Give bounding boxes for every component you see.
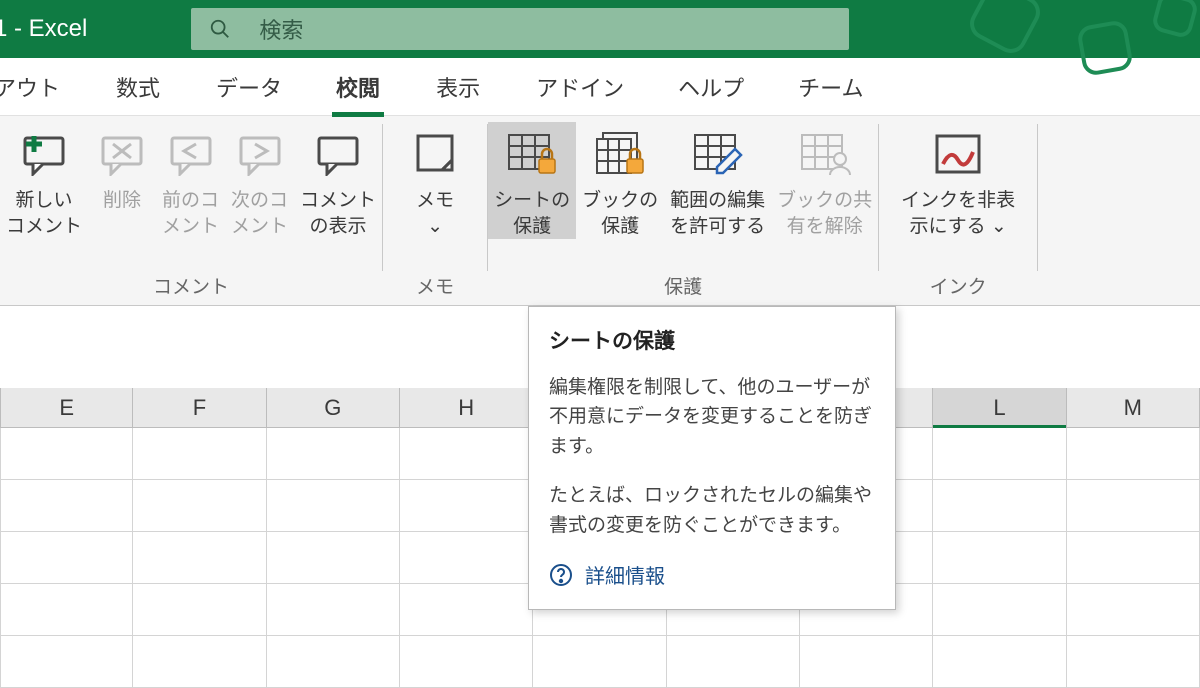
allow-edit-ranges-icon xyxy=(690,126,746,182)
tab-view[interactable]: 表示 xyxy=(432,71,484,103)
column-header[interactable]: F xyxy=(133,388,266,427)
tab-addins[interactable]: アドイン xyxy=(532,71,628,103)
ribbon-tabs: アウト 数式 データ 校閲 表示 アドイン ヘルプ チーム xyxy=(0,58,1200,116)
tab-formulas[interactable]: 数式 xyxy=(112,71,164,103)
column-header[interactable]: H xyxy=(400,388,533,427)
new-comment-icon xyxy=(16,126,72,182)
column-header[interactable]: M xyxy=(1067,388,1200,427)
tab-data[interactable]: データ xyxy=(212,71,286,103)
button-label: シートの 保護 xyxy=(494,188,570,239)
app-title: x1 - Excel xyxy=(0,15,87,43)
notes-menu-button[interactable]: メモ ⌄ xyxy=(401,122,469,239)
search-box[interactable]: 検索 xyxy=(191,8,849,50)
prev-comment-button: 前のコ メント xyxy=(156,122,225,239)
tooltip-title: シートの保護 xyxy=(549,325,875,355)
allow-edit-ranges-button[interactable]: 範囲の編集 を許可する xyxy=(664,122,771,239)
unshare-workbook-button: ブックの共 有を解除 xyxy=(771,122,878,239)
button-label: インクを非表 示にする ⌄ xyxy=(901,188,1015,239)
tab-team[interactable]: チーム xyxy=(794,71,867,103)
hide-ink-button[interactable]: インクを非表 示にする ⌄ xyxy=(895,122,1021,239)
next-comment-icon xyxy=(232,126,288,182)
group-label-protect: 保護 xyxy=(488,272,878,305)
tooltip-body: たとえば、ロックされたセルの編集や書式の変更を防ぐことができます。 xyxy=(549,481,875,540)
tooltip-body: 編集権限を制限して、他のユーザーが不用意にデータを変更することを防ぎます。 xyxy=(549,373,875,461)
button-label: ブックの共 有を解除 xyxy=(777,188,872,239)
button-label: 範囲の編集 を許可する xyxy=(670,188,765,239)
search-placeholder: 検索 xyxy=(259,13,303,45)
protect-workbook-icon xyxy=(592,126,648,182)
show-comments-icon xyxy=(310,126,366,182)
decoration-icon xyxy=(964,0,1045,59)
group-label-ink: インク xyxy=(895,272,1021,305)
tooltip-more-label: 詳細情報 xyxy=(585,560,665,589)
group-label-notes: メモ xyxy=(401,272,469,305)
button-label: 次のコ メント xyxy=(231,188,288,239)
new-comment-button[interactable]: 新しい コメント xyxy=(0,122,88,239)
screen-tip: シートの保護 編集権限を制限して、他のユーザーが不用意にデータを変更することを防… xyxy=(528,306,896,610)
show-comments-button[interactable]: コメント の表示 xyxy=(294,122,382,239)
ribbon: 新しい コメント 削除 前のコ メント 次のコ メント xyxy=(0,116,1200,306)
delete-comment-icon xyxy=(94,126,150,182)
ink-icon xyxy=(930,126,986,182)
ribbon-separator xyxy=(1037,124,1038,271)
button-label: メモ ⌄ xyxy=(416,188,454,239)
button-label: 前のコ メント xyxy=(162,188,219,239)
notes-icon xyxy=(407,126,463,182)
next-comment-button: 次のコ メント xyxy=(225,122,294,239)
group-label-comments: コメント xyxy=(0,272,382,305)
delete-comment-button: 削除 xyxy=(88,122,156,214)
button-label: コメント の表示 xyxy=(300,188,376,239)
column-header[interactable]: E xyxy=(0,388,133,427)
tab-help[interactable]: ヘルプ xyxy=(674,71,748,103)
prev-comment-icon xyxy=(163,126,219,182)
title-bar: x1 - Excel 検索 xyxy=(0,0,1200,58)
decoration-icon xyxy=(1151,0,1200,39)
button-label: ブックの 保護 xyxy=(582,188,658,239)
protect-sheet-icon xyxy=(504,126,560,182)
search-icon xyxy=(209,18,231,40)
button-label: 削除 xyxy=(103,188,141,214)
unshare-workbook-icon xyxy=(797,126,853,182)
protect-sheet-button[interactable]: シートの 保護 xyxy=(488,122,576,239)
column-header-selected[interactable]: L xyxy=(933,388,1066,427)
button-label: 新しい コメント xyxy=(6,188,82,239)
protect-workbook-button[interactable]: ブックの 保護 xyxy=(576,122,664,239)
tab-review[interactable]: 校閲 xyxy=(332,71,384,103)
help-icon xyxy=(549,563,573,587)
tab-layout[interactable]: アウト xyxy=(0,71,64,103)
decoration-icon xyxy=(1076,19,1134,77)
tooltip-more-info-link[interactable]: 詳細情報 xyxy=(549,560,875,589)
column-header[interactable]: G xyxy=(267,388,400,427)
